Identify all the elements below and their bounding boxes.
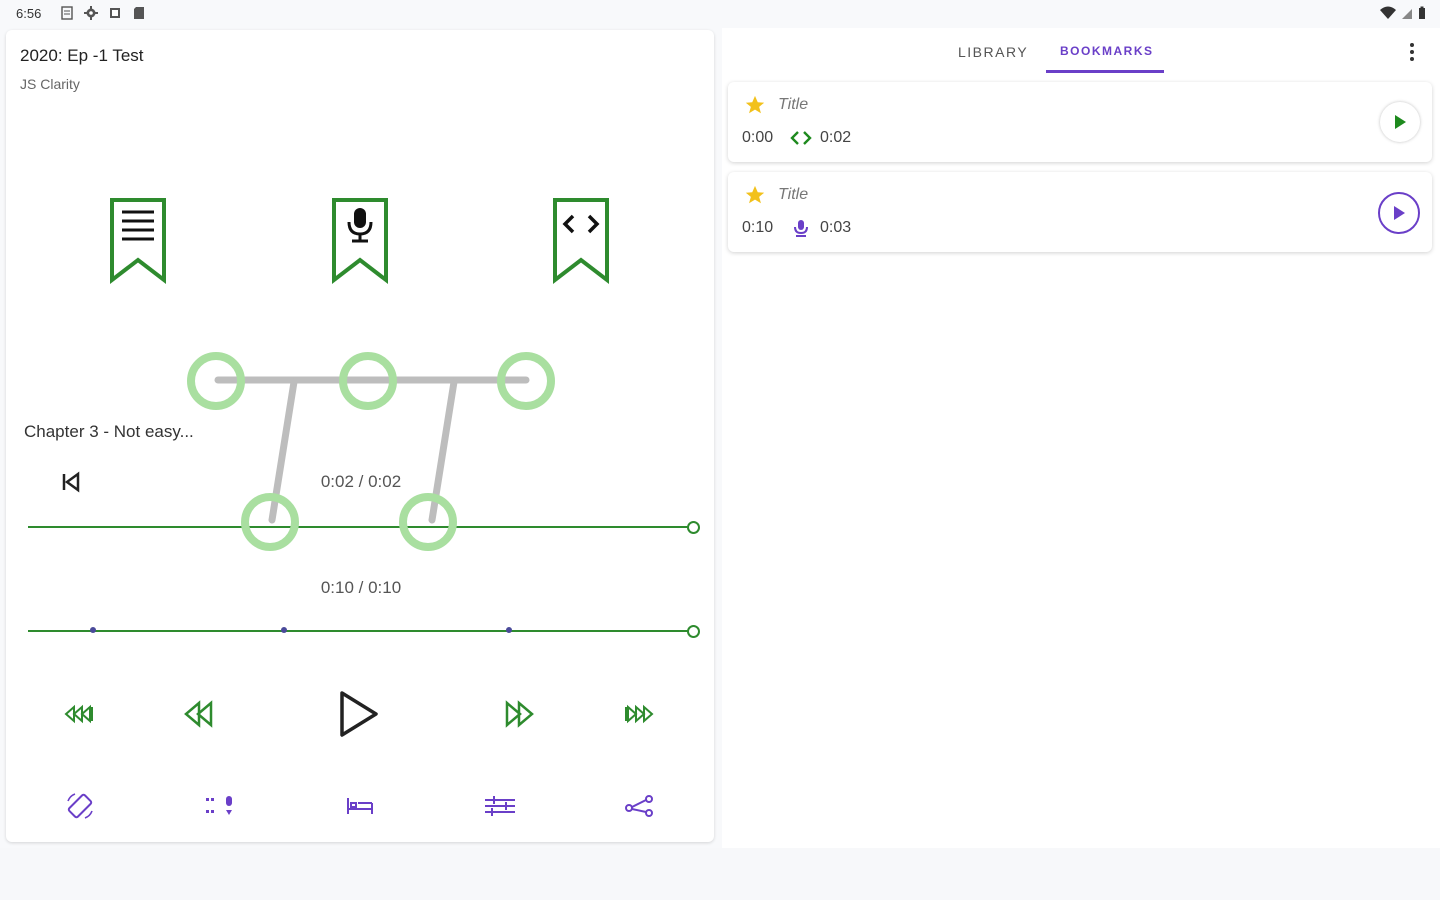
more-options-button[interactable] (1408, 42, 1416, 62)
bookmark-card[interactable]: Title 0:10 0:03 (728, 172, 1432, 252)
play-icon (340, 691, 378, 737)
next-chapter-button[interactable] (614, 690, 662, 738)
chapter-time: 0:02 / 0:02 (320, 472, 402, 491)
total-time: 0:10 / 0:10 (320, 578, 402, 597)
star-icon[interactable] (744, 184, 766, 206)
rewind-button[interactable] (176, 690, 224, 738)
play-icon (1395, 115, 1406, 129)
code-bookmark-icon (553, 198, 609, 285)
player-panel: 2020: Ep -1 Test JS Clarity Chapter 3 - … (6, 30, 714, 842)
code-icon (790, 128, 812, 148)
previous-chapter-button[interactable] (56, 690, 104, 738)
total-seek-handle[interactable] (687, 625, 700, 638)
bookmarks-pane: LIBRARY BOOKMARKS Title 0:00 0:02 Title … (722, 28, 1440, 848)
signal-icon (1402, 6, 1412, 25)
sleep-timer-button[interactable] (340, 790, 380, 822)
bookmark-title: Title (778, 96, 809, 113)
play-bookmark-button[interactable] (1380, 102, 1420, 142)
tab-bar: LIBRARY BOOKMARKS (722, 28, 1440, 76)
add-audio-bookmark-button[interactable] (330, 196, 390, 286)
status-right (1380, 6, 1426, 25)
notes-bookmark-icon (110, 198, 166, 285)
bookmark-marker (506, 627, 512, 633)
mic-icon (790, 218, 812, 238)
skip-forward-icon (625, 704, 654, 724)
bookmark-title: Title (778, 186, 809, 203)
equalizer-button[interactable] (480, 790, 520, 822)
more-vert-icon (1410, 43, 1414, 61)
mixed-bookmarks-icon (206, 796, 232, 815)
chapter-title: Chapter 3 - Not easy... (24, 422, 194, 441)
status-time: 6:56 (16, 6, 42, 21)
navigation-bar (0, 848, 1440, 900)
screen-rotation-icon (67, 793, 93, 819)
bookmark-start-time: 0:00 (742, 129, 774, 146)
bed-icon (347, 798, 373, 814)
tune-icon (485, 796, 515, 816)
total-progress-bar[interactable] (28, 625, 700, 638)
bookmark-duration: 0:03 (820, 219, 852, 236)
add-code-bookmark-button[interactable] (551, 196, 611, 286)
wifi-icon (1380, 6, 1396, 25)
active-tab-indicator (1046, 70, 1164, 73)
fast-forward-button[interactable] (494, 690, 542, 738)
bookmark-card[interactable]: Title 0:00 0:02 (728, 82, 1432, 162)
bookmark-marker (90, 627, 96, 633)
battery-icon (1418, 6, 1426, 25)
play-button[interactable] (334, 690, 382, 738)
status-bar: 6:56 (0, 0, 1440, 28)
chapter-seek-handle[interactable] (687, 521, 700, 534)
share-icon (625, 795, 653, 817)
skip-to-start-button[interactable] (58, 470, 84, 494)
bookmark-start-time: 0:10 (742, 219, 774, 236)
add-notes-bookmark-button[interactable] (108, 196, 168, 286)
status-icons (60, 6, 146, 20)
skip-start-icon (62, 471, 80, 493)
bookmark-marker (281, 627, 287, 633)
settings-icon (84, 6, 98, 20)
bookmark-duration: 0:02 (820, 129, 852, 146)
tab-library[interactable]: LIBRARY (958, 44, 1028, 60)
fast-rewind-icon (64, 704, 93, 724)
notes-icon (60, 6, 74, 20)
sd-card-icon (132, 6, 146, 20)
episode-author: JS Clarity (20, 76, 80, 92)
play-bookmark-button[interactable] (1378, 192, 1420, 234)
mic-bookmark-icon (332, 198, 388, 285)
tab-bookmarks[interactable]: BOOKMARKS (1060, 44, 1154, 58)
chapter-progress-bar[interactable] (28, 521, 700, 534)
rewind-icon (184, 700, 213, 728)
episode-title: 2020: Ep -1 Test (20, 46, 144, 65)
rotate-screen-button[interactable] (60, 790, 100, 822)
share-button[interactable] (620, 790, 660, 822)
star-icon[interactable] (744, 94, 766, 116)
forward-icon (505, 700, 534, 728)
bookmark-type-filter-button[interactable] (200, 790, 240, 822)
play-icon (1394, 206, 1405, 220)
screen-icon (108, 6, 122, 20)
